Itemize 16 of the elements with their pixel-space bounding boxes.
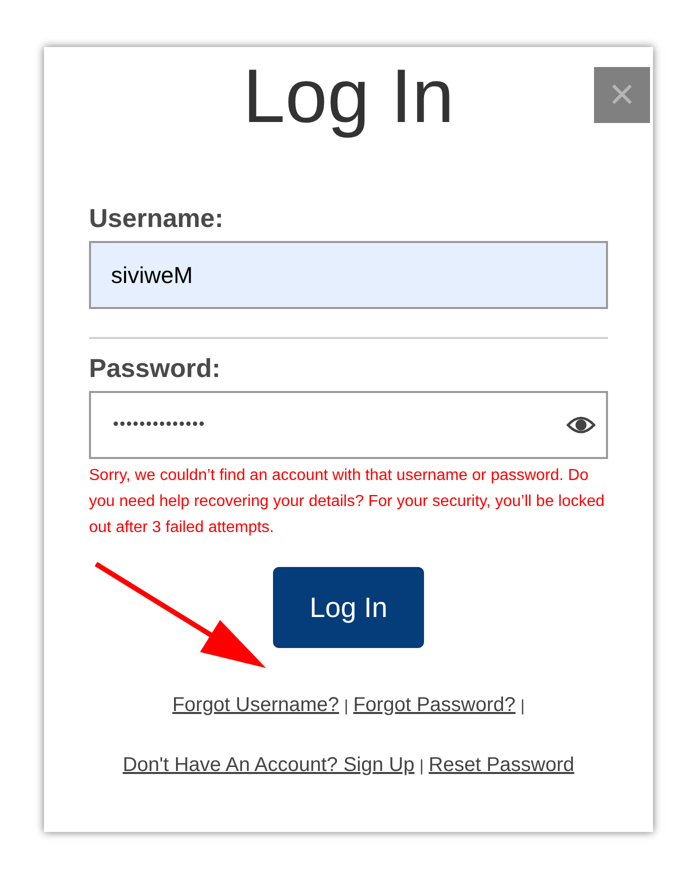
- link[interactable]: Reset Password: [428, 750, 574, 780]
- eye-icon[interactable]: [566, 415, 596, 435]
- error-message: Sorry, we couldn’t find an account with that username or password. Do you need help recovering your details? For your security, you’ll be locked out after 3 failed attempts.: [89, 466, 606, 538]
- separator: |: [420, 757, 424, 777]
- link[interactable]: Don't Have An Account? Sign Up: [122, 750, 414, 780]
- username-field[interactable]: siviweM: [89, 241, 608, 309]
- link[interactable]: Forgot Password?: [353, 690, 516, 720]
- dialog-title: Log In: [242, 55, 454, 139]
- password-field[interactable]: ••••••••••••••: [89, 391, 608, 459]
- field-label: Username:: [89, 203, 224, 233]
- separator: |: [344, 697, 348, 717]
- separator: |: [520, 697, 525, 717]
- login-button[interactable]: Log In: [273, 567, 424, 648]
- password-dots: ••••••••••••••: [113, 415, 206, 435]
- link[interactable]: Forgot Username?: [172, 690, 340, 720]
- field-label: Password:: [89, 353, 220, 383]
